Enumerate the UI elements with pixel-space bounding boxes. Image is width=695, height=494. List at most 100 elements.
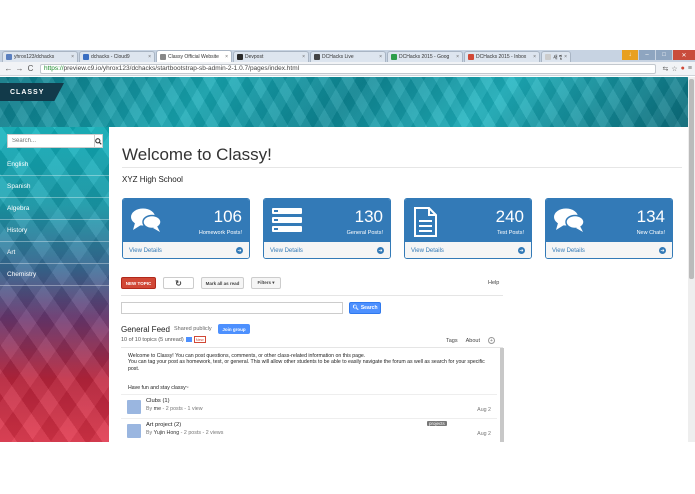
sidebar-item-chemistry[interactable]: Chemistry bbox=[0, 264, 109, 286]
url-scheme: https:// bbox=[44, 65, 64, 72]
translate-icon[interactable]: ⇆ bbox=[663, 65, 669, 73]
extension-icon[interactable]: ● bbox=[681, 65, 685, 72]
sidebar-search-button[interactable] bbox=[95, 134, 103, 148]
search-icon: 🔍︎ bbox=[352, 305, 359, 311]
brand-logo[interactable]: CLASSY bbox=[0, 83, 64, 101]
topic-stats: - 2 posts - 1 view bbox=[161, 406, 203, 412]
forum-search-button[interactable]: 🔍︎ Search bbox=[349, 302, 381, 314]
sidebar-item-algebra[interactable]: Algebra bbox=[0, 198, 109, 220]
browser-tab[interactable]: yhrox123/dchacks × bbox=[2, 51, 78, 62]
back-icon[interactable]: ← bbox=[3, 64, 14, 73]
maximize-button[interactable]: □ bbox=[656, 50, 672, 60]
close-tab-icon[interactable]: × bbox=[225, 54, 228, 60]
by-label: By bbox=[146, 430, 153, 436]
browser-tab[interactable]: Devpost × bbox=[233, 51, 309, 62]
sidebar: EnglishSpanishAlgebraHistoryArtChemistry bbox=[0, 127, 109, 442]
sidebar-item-spanish[interactable]: Spanish bbox=[0, 176, 109, 198]
star-icon[interactable]: ☆ bbox=[671, 65, 677, 73]
card-general: 130 General Posts! View Details ➜ bbox=[263, 198, 391, 259]
sidebar-item-history[interactable]: History bbox=[0, 220, 109, 242]
topic-title[interactable]: Art project (2) bbox=[146, 422, 181, 428]
topic-count-text: 10 of 10 topics (5 unread) bbox=[121, 336, 184, 343]
browser-tab[interactable]: 새 탭× bbox=[541, 51, 571, 62]
forward-icon[interactable]: → bbox=[14, 64, 25, 73]
refresh-button[interactable]: ↻ bbox=[163, 277, 194, 289]
view-details-link[interactable]: View Details ➜ bbox=[123, 242, 249, 258]
browser-tab[interactable]: DCHacks 2015 - Goog × bbox=[387, 51, 463, 62]
close-tab-icon[interactable]: × bbox=[456, 54, 459, 60]
search-button-label: Search bbox=[360, 305, 378, 311]
forum-search-input[interactable] bbox=[121, 302, 343, 314]
join-group-button[interactable]: Join group bbox=[218, 324, 250, 334]
comments-icon bbox=[131, 208, 162, 232]
forum-scrollbar[interactable] bbox=[500, 348, 504, 442]
table-row[interactable]: Clubs (1) By me - 2 posts - 1 view Aug 2 bbox=[121, 394, 497, 416]
scrollbar-thumb[interactable] bbox=[689, 79, 694, 279]
close-window-button[interactable]: ✕ bbox=[673, 50, 695, 60]
search-icon bbox=[95, 137, 102, 145]
browser-tab[interactable]: Classy Official Website × bbox=[156, 50, 232, 62]
sidebar-item-art[interactable]: Art bbox=[0, 242, 109, 264]
reload-icon[interactable]: C bbox=[25, 64, 36, 73]
table-row[interactable]: Art project (2) By Yujin Hong - 2 posts … bbox=[121, 418, 497, 440]
description-text: Welcome to Classy! You can post question… bbox=[128, 353, 496, 372]
view-details-link[interactable]: View Details ➜ bbox=[264, 242, 390, 258]
topic-date: Aug 2 bbox=[477, 407, 491, 413]
by-label: By bbox=[146, 406, 153, 412]
view-details-text: View Details bbox=[552, 247, 585, 254]
card-label: New Chats! bbox=[636, 230, 665, 236]
topic-title-text: Art project bbox=[146, 422, 173, 428]
topic-author[interactable]: Yujin Hong bbox=[154, 430, 180, 436]
page-scrollbar[interactable] bbox=[688, 77, 695, 442]
close-tab-icon[interactable]: × bbox=[379, 54, 382, 60]
tab-label: Classy Official Website bbox=[168, 53, 219, 60]
favicon-icon bbox=[314, 54, 320, 60]
favicon-icon bbox=[545, 54, 551, 60]
view-details-link[interactable]: View Details ➜ bbox=[546, 242, 672, 258]
browser-tab[interactable]: DCHacks 2015 - Inbox × bbox=[464, 51, 540, 62]
view-details-text: View Details bbox=[129, 247, 162, 254]
close-tab-icon[interactable]: × bbox=[302, 54, 305, 60]
tab-label: yhrox123/dchacks bbox=[14, 54, 55, 60]
school-name: XYZ High School bbox=[122, 175, 183, 184]
tab-label: DCHacks Live bbox=[322, 54, 354, 60]
topic-stats: - 2 posts - 2 views bbox=[179, 430, 224, 436]
close-tab-icon[interactable]: × bbox=[148, 54, 151, 60]
topic-title[interactable]: Clubs (1) bbox=[146, 398, 170, 404]
about-link[interactable]: About bbox=[466, 338, 480, 344]
tab-label: Devpost bbox=[245, 54, 264, 60]
title-divider bbox=[122, 167, 682, 168]
topic-author[interactable]: me bbox=[154, 406, 161, 412]
new-topic-button[interactable]: NEW TOPIC bbox=[121, 277, 156, 289]
card-number: 130 bbox=[354, 207, 383, 226]
tags-link[interactable]: Tags bbox=[446, 338, 458, 344]
menu-icon[interactable]: ≡ bbox=[688, 65, 692, 72]
browser-tab[interactable]: dchacks - Cloud9 × bbox=[79, 51, 155, 62]
minimize-button[interactable]: – bbox=[639, 50, 655, 60]
close-tab-icon[interactable]: × bbox=[533, 54, 536, 60]
sidebar-search-input[interactable] bbox=[7, 134, 95, 148]
help-link[interactable]: Help bbox=[488, 280, 499, 286]
sidebar-item-english[interactable]: English bbox=[0, 154, 109, 176]
download-icon[interactable]: ↓ bbox=[622, 50, 638, 60]
document-icon bbox=[414, 207, 437, 237]
topic-replies: (1) bbox=[162, 398, 170, 404]
unread-icon[interactable] bbox=[185, 337, 192, 342]
close-tab-icon[interactable]: × bbox=[71, 54, 74, 60]
browser-tab[interactable]: DCHacks Live × bbox=[310, 51, 386, 62]
feed-tabs: Tags About + bbox=[446, 337, 495, 344]
url-field[interactable]: https:// preview.c9.io/yhrox123/dchacks/… bbox=[40, 63, 656, 74]
arrow-right-icon: ➜ bbox=[518, 247, 525, 254]
plus-icon[interactable]: + bbox=[488, 337, 495, 344]
topic-tag[interactable]: projects bbox=[427, 421, 447, 426]
card-chats: 134 New Chats! View Details ➜ bbox=[545, 198, 673, 259]
address-bar: ← → C https:// preview.c9.io/yhrox123/dc… bbox=[0, 62, 695, 76]
close-tab-icon[interactable]: × bbox=[564, 54, 567, 60]
card-label: General Posts! bbox=[346, 230, 383, 236]
view-details-link[interactable]: View Details ➜ bbox=[405, 242, 531, 258]
filters-button[interactable]: Filters ▾ bbox=[251, 277, 281, 289]
tab-strip: yhrox123/dchacks × dchacks - Cloud9 × Classy… bbox=[0, 50, 695, 62]
arrow-right-icon: ➜ bbox=[236, 247, 243, 254]
card-test: 240 Test Posts! View Details ➜ bbox=[404, 198, 532, 259]
mark-all-read-button[interactable]: Mark all as read bbox=[201, 277, 244, 289]
